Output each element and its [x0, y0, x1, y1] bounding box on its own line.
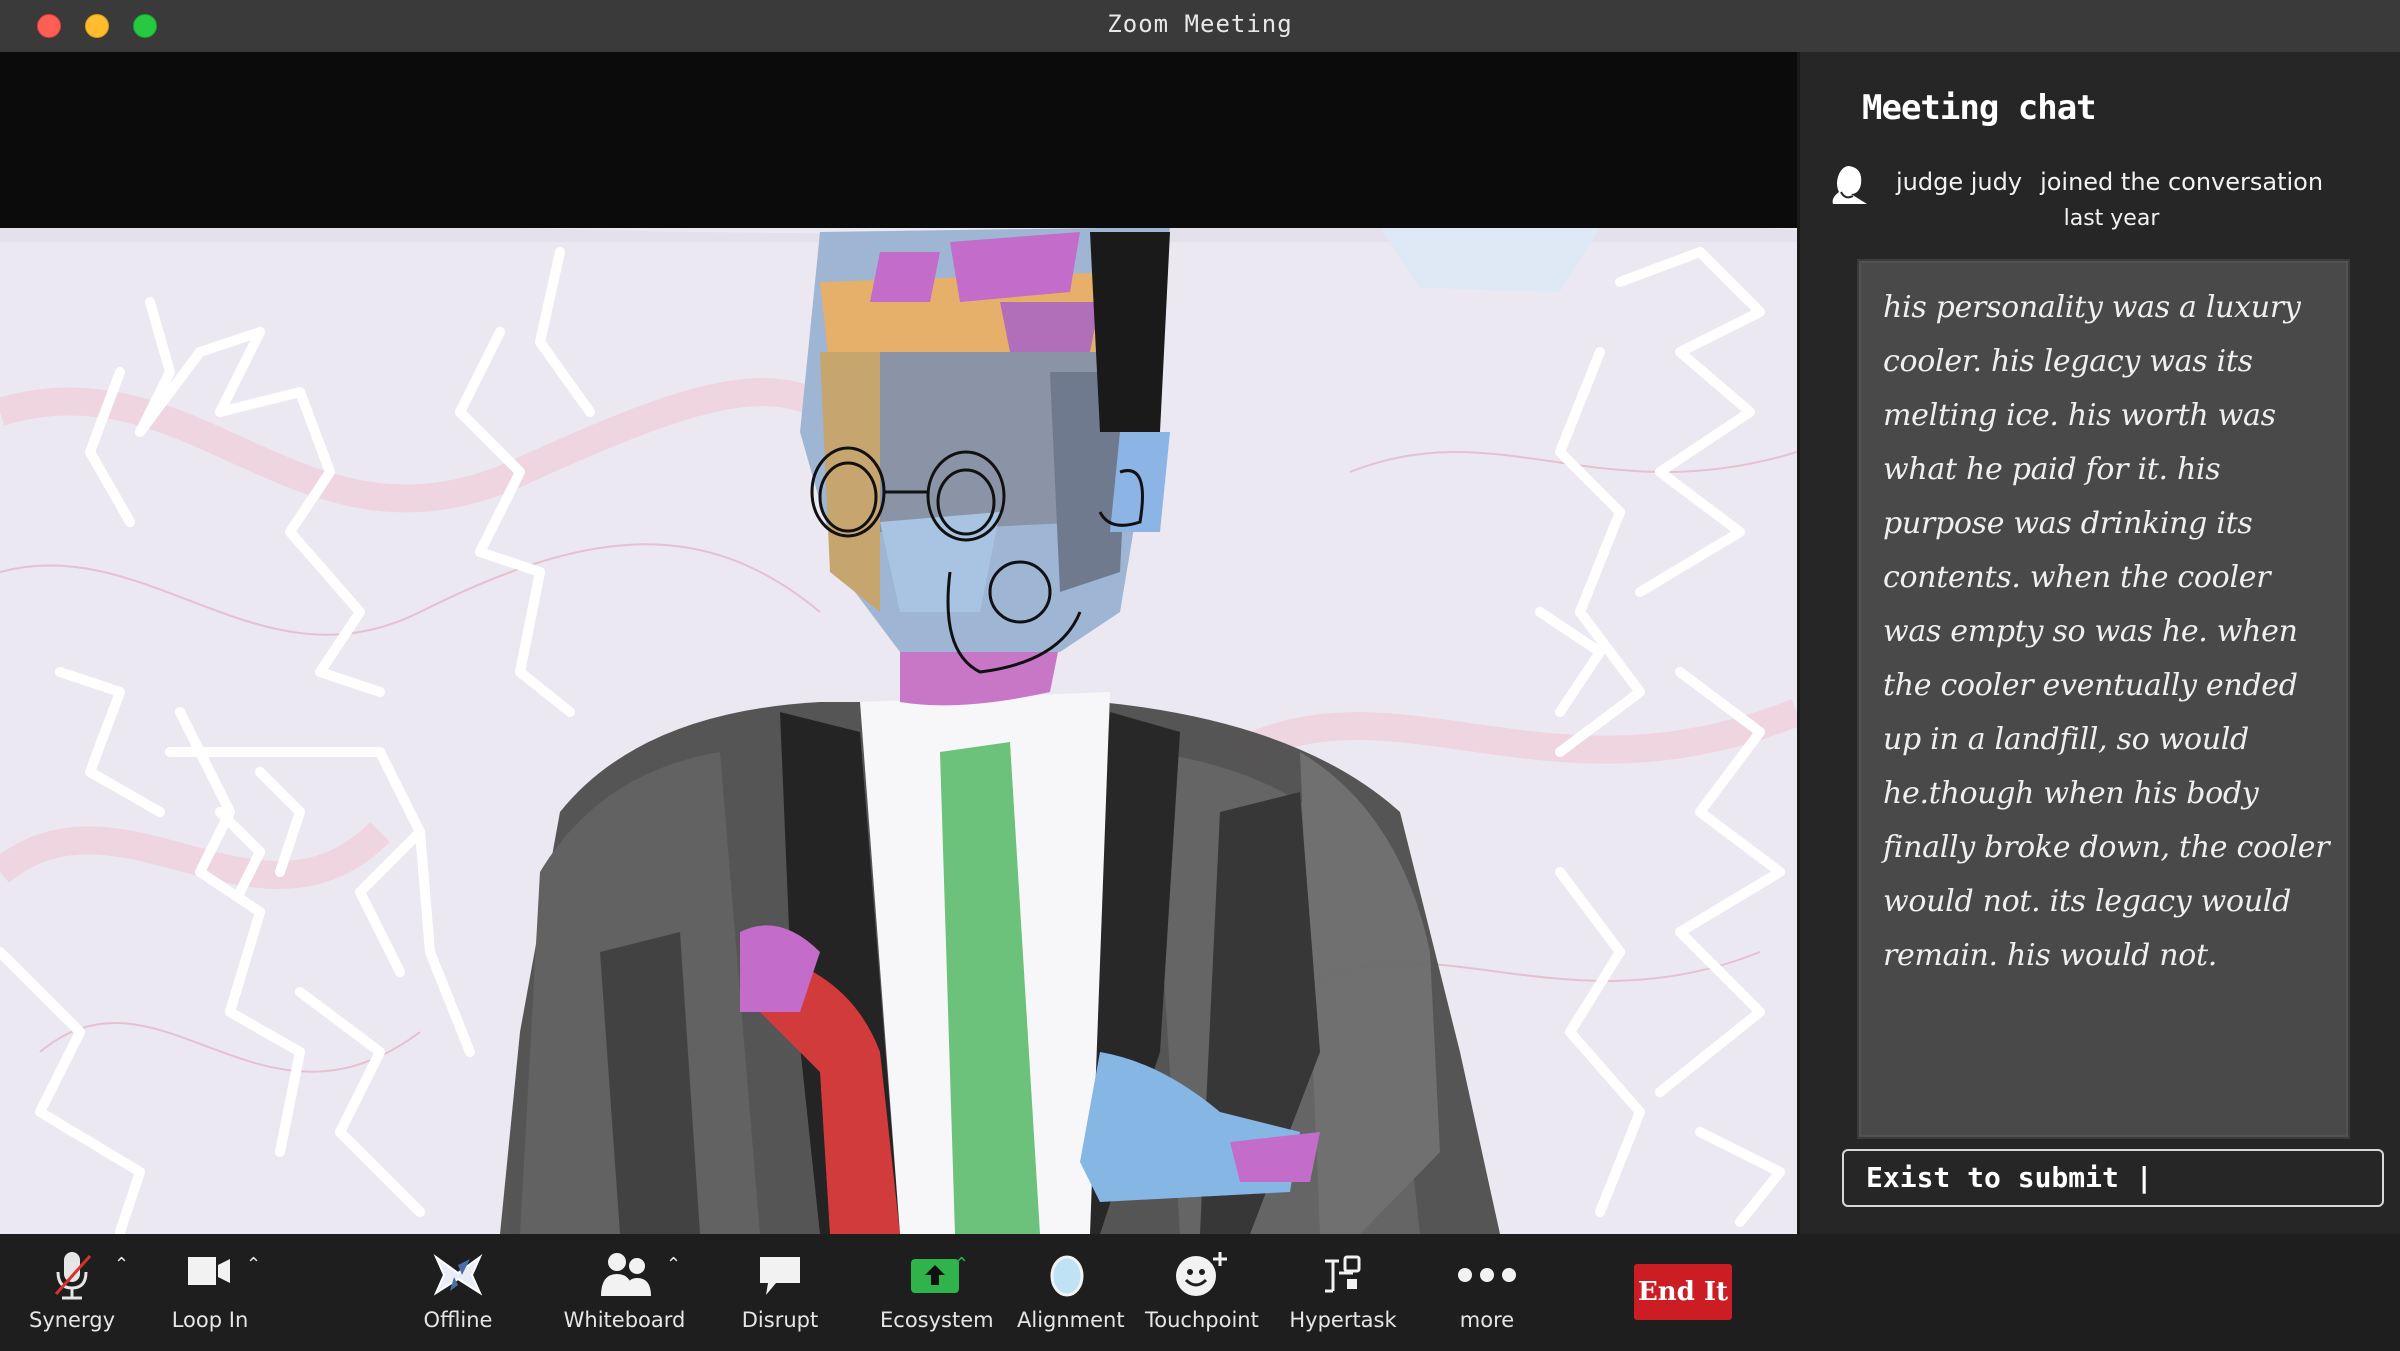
ecosystem-button[interactable]: Ecosystem: [880, 1248, 994, 1332]
join-notice-time: last year: [2063, 206, 2160, 231]
participants-icon: [600, 1253, 651, 1296]
ecosystem-label: Ecosystem: [880, 1308, 994, 1332]
meeting-toolbar: Synergy ⌃ Loop In ⌃ Offline Whiteboard ⌃…: [0, 1234, 2400, 1351]
video-camera-icon: [188, 1257, 230, 1285]
hypertask-label: Hypertask: [1289, 1308, 1397, 1332]
user-join-icon: [1832, 166, 1867, 204]
hypertask-button[interactable]: Hypertask: [1283, 1248, 1403, 1332]
microphone-muted-icon: [54, 1252, 92, 1300]
whiteboard-label: Whiteboard: [563, 1308, 686, 1332]
offline-button[interactable]: Offline: [408, 1248, 508, 1332]
share-options-chevron-up-icon[interactable]: ⌃: [954, 1254, 969, 1275]
bowtie-icon: [433, 1253, 483, 1296]
chat-heading: Meeting chat: [1862, 88, 2097, 128]
synergy-button[interactable]: Synergy: [22, 1248, 122, 1332]
speech-bubble-icon: [760, 1257, 800, 1295]
offline-label: Offline: [423, 1308, 493, 1332]
window-title: Zoom Meeting: [1107, 10, 1293, 38]
smiley-plus-icon: [1176, 1252, 1227, 1296]
participant-video: [0, 52, 1797, 1234]
disrupt-label: Disrupt: [741, 1308, 819, 1332]
loop-in-button[interactable]: Loop In: [160, 1248, 260, 1332]
alignment-button[interactable]: Alignment: [1017, 1248, 1125, 1332]
chat-input[interactable]: Exist to submit |: [1842, 1149, 2384, 1207]
alignment-label: Alignment: [1017, 1308, 1125, 1332]
chat-panel: Meeting chat judge judy joined the conver…: [1797, 52, 2400, 1234]
more-dots-icon: [1458, 1268, 1516, 1282]
apps-icon: [1325, 1255, 1361, 1293]
audio-options-chevron-up-icon[interactable]: ⌃: [114, 1254, 129, 1275]
end-meeting-button[interactable]: End It: [1634, 1264, 1732, 1320]
video-options-chevron-up-icon[interactable]: ⌃: [246, 1254, 261, 1275]
more-label: more: [1459, 1308, 1515, 1332]
touchpoint-label: Touchpoint: [1145, 1308, 1259, 1332]
join-notice-action: joined the conversation: [2040, 168, 2324, 196]
egg-icon: [1050, 1255, 1084, 1297]
join-notice-user: judge judy: [1896, 168, 2023, 196]
loop-in-label: Loop In: [171, 1308, 249, 1332]
synergy-label: Synergy: [28, 1308, 115, 1332]
more-button[interactable]: more: [1437, 1248, 1537, 1332]
title-bar: Zoom Meeting: [0, 0, 2400, 54]
join-notice: judge judy joined the conversation: [1896, 168, 2323, 196]
chat-message-box: his personality was a luxury cooler. his…: [1857, 259, 2350, 1139]
video-area[interactable]: [0, 52, 1797, 1234]
participants-options-chevron-up-icon[interactable]: ⌃: [666, 1254, 681, 1275]
chat-message-text: his personality was a luxury cooler. his…: [1883, 290, 2330, 973]
disrupt-button[interactable]: Disrupt: [730, 1248, 830, 1332]
touchpoint-button[interactable]: Touchpoint: [1145, 1248, 1259, 1332]
